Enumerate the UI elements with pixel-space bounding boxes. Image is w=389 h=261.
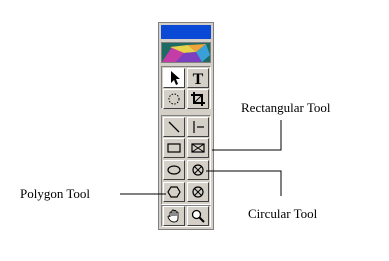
circular-callout-line: [206, 170, 282, 196]
circular-tool-label: Circular Tool: [248, 206, 318, 221]
rectangular-callout-line: [212, 120, 282, 151]
rectangular-tool-label: Rectangular Tool: [241, 100, 331, 115]
callout-lines: [120, 120, 282, 196]
polygon-tool-label: Polygon Tool: [20, 186, 91, 201]
